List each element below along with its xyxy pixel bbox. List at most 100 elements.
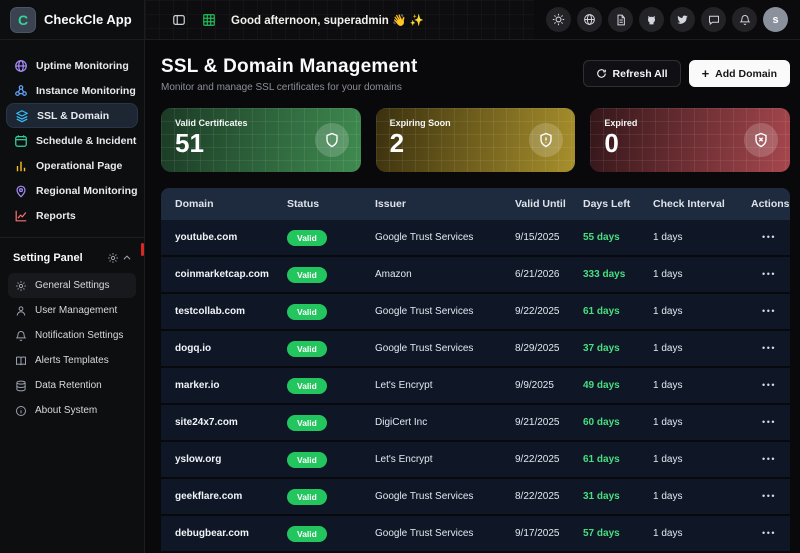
sidebar-scroll-indicator: [141, 243, 144, 256]
row-actions-button[interactable]: •••: [762, 528, 776, 538]
table-row[interactable]: youtube.com Valid Google Trust Services …: [161, 220, 790, 257]
row-actions-button[interactable]: •••: [762, 232, 776, 242]
check-interval-cell: 1 days: [653, 454, 751, 465]
sidebar-item-schedule-incident[interactable]: Schedule & Incident: [6, 128, 138, 153]
table-row[interactable]: coinmarketcap.com Valid Amazon 6/21/2026…: [161, 257, 790, 294]
sidebar-collapse-icon[interactable]: [171, 12, 187, 28]
sidebar-item-reports[interactable]: Reports: [6, 203, 138, 228]
row-actions-button[interactable]: •••: [762, 269, 776, 279]
sidebar-item-label: Reports: [36, 210, 76, 222]
column-header-check-interval: Check Interval: [653, 198, 751, 210]
status-badge: Valid: [287, 378, 327, 394]
refresh-icon: [596, 68, 607, 79]
notifications-button[interactable]: [732, 7, 757, 32]
sidebar-item-ssl-domain[interactable]: SSL & Domain: [6, 103, 138, 128]
sidebar-item-user-management[interactable]: User Management: [8, 298, 136, 323]
domain-cell: geekflare.com: [175, 491, 287, 502]
status-cell: Valid: [287, 378, 375, 394]
valid-until-cell: 9/9/2025: [515, 380, 583, 391]
add-domain-label: Add Domain: [715, 68, 777, 80]
column-header-domain: Domain: [175, 198, 287, 210]
domain-cell: marker.io: [175, 380, 287, 391]
github-button[interactable]: [639, 7, 664, 32]
column-header-valid-until: Valid Until: [515, 198, 583, 210]
sidebar-item-general-settings[interactable]: General Settings: [8, 273, 136, 298]
add-domain-button[interactable]: + Add Domain: [689, 60, 790, 87]
status-cell: Valid: [287, 415, 375, 431]
table-row[interactable]: testcollab.com Valid Google Trust Servic…: [161, 294, 790, 331]
bell-icon: [14, 329, 27, 342]
line-chart-icon: [13, 208, 28, 223]
sidebar-item-about-system[interactable]: About System: [8, 398, 136, 423]
status-badge: Valid: [287, 304, 327, 320]
sidebar-item-uptime-monitoring[interactable]: Uptime Monitoring: [6, 53, 138, 78]
language-button[interactable]: [577, 7, 602, 32]
twitter-button[interactable]: [670, 7, 695, 32]
issuer-cell: Google Trust Services: [375, 306, 515, 317]
issuer-cell: Google Trust Services: [375, 491, 515, 502]
column-header-status: Status: [287, 198, 375, 210]
check-interval-cell: 1 days: [653, 417, 751, 428]
valid-until-cell: 8/29/2025: [515, 343, 583, 354]
sidebar-item-label: Instance Monitoring: [36, 85, 136, 97]
settings-panel-header[interactable]: Setting Panel: [13, 247, 134, 269]
sidebar-item-label: Alerts Templates: [35, 355, 109, 366]
chat-button[interactable]: [701, 7, 726, 32]
chat-icon: [708, 14, 720, 26]
sidebar-item-operational-page[interactable]: Operational Page: [6, 153, 138, 178]
sidebar-item-label: User Management: [35, 305, 117, 316]
grid-icon[interactable]: [201, 12, 217, 28]
table-row[interactable]: dogq.io Valid Google Trust Services 8/29…: [161, 331, 790, 368]
row-actions-button[interactable]: •••: [762, 306, 776, 316]
check-interval-cell: 1 days: [653, 306, 751, 317]
status-badge: Valid: [287, 415, 327, 431]
sidebar-item-data-retention[interactable]: Data Retention: [8, 373, 136, 398]
days-left-cell: 31 days: [583, 491, 653, 502]
chevron-up-icon: [120, 251, 134, 265]
column-header-actions: Actions: [751, 198, 790, 210]
row-actions-button[interactable]: •••: [762, 491, 776, 501]
table-row[interactable]: geekflare.com Valid Google Trust Service…: [161, 479, 790, 516]
column-header-issuer: Issuer: [375, 198, 515, 210]
row-actions-button[interactable]: •••: [762, 454, 776, 464]
domain-cell: testcollab.com: [175, 306, 287, 317]
table-row[interactable]: marker.io Valid Let's Encrypt 9/9/2025 4…: [161, 368, 790, 405]
theme-toggle-button[interactable]: [546, 7, 571, 32]
shield-x-icon: [744, 123, 778, 157]
sidebar-item-notification-settings[interactable]: Notification Settings: [8, 323, 136, 348]
row-actions-button[interactable]: •••: [762, 417, 776, 427]
sidebar-item-regional-monitoring[interactable]: Regional Monitoring: [6, 178, 138, 203]
row-actions-button[interactable]: •••: [762, 343, 776, 353]
row-actions-button[interactable]: •••: [762, 380, 776, 390]
user-avatar[interactable]: s: [763, 7, 788, 32]
table-row[interactable]: yslow.org Valid Let's Encrypt 9/22/2025 …: [161, 442, 790, 479]
table-row[interactable]: debugbear.com Valid Google Trust Service…: [161, 516, 790, 553]
domain-cell: coinmarketcap.com: [175, 269, 287, 280]
valid-until-cell: 9/22/2025: [515, 306, 583, 317]
sidebar-item-label: Schedule & Incident: [36, 135, 136, 147]
page-subtitle: Monitor and manage SSL certificates for …: [161, 82, 418, 93]
info-icon: [14, 404, 27, 417]
issuer-cell: Google Trust Services: [375, 232, 515, 243]
valid-until-cell: 9/17/2025: [515, 528, 583, 539]
issuer-cell: Google Trust Services: [375, 528, 515, 539]
status-cell: Valid: [287, 230, 375, 246]
docs-button[interactable]: [608, 7, 633, 32]
github-icon: [645, 13, 658, 26]
table-row[interactable]: site24x7.com Valid DigiCert Inc 9/21/202…: [161, 405, 790, 442]
days-left-cell: 55 days: [583, 232, 653, 243]
twitter-icon: [676, 13, 689, 26]
days-left-cell: 60 days: [583, 417, 653, 428]
cluster-icon: [13, 83, 28, 98]
bar-chart-icon: [13, 158, 28, 173]
sun-icon: [552, 13, 565, 26]
issuer-cell: Let's Encrypt: [375, 454, 515, 465]
page-actions: Refresh All + Add Domain: [583, 60, 790, 87]
stat-card-expiring: Expiring Soon 2: [376, 108, 576, 172]
refresh-all-button[interactable]: Refresh All: [583, 60, 681, 87]
logo-letter: C: [18, 12, 28, 28]
sidebar-item-alerts-templates[interactable]: Alerts Templates: [8, 348, 136, 373]
sidebar-item-instance-monitoring[interactable]: Instance Monitoring: [6, 78, 138, 103]
map-pin-icon: [13, 183, 28, 198]
page-header-text: SSL & Domain Management Monitor and mana…: [161, 56, 418, 93]
